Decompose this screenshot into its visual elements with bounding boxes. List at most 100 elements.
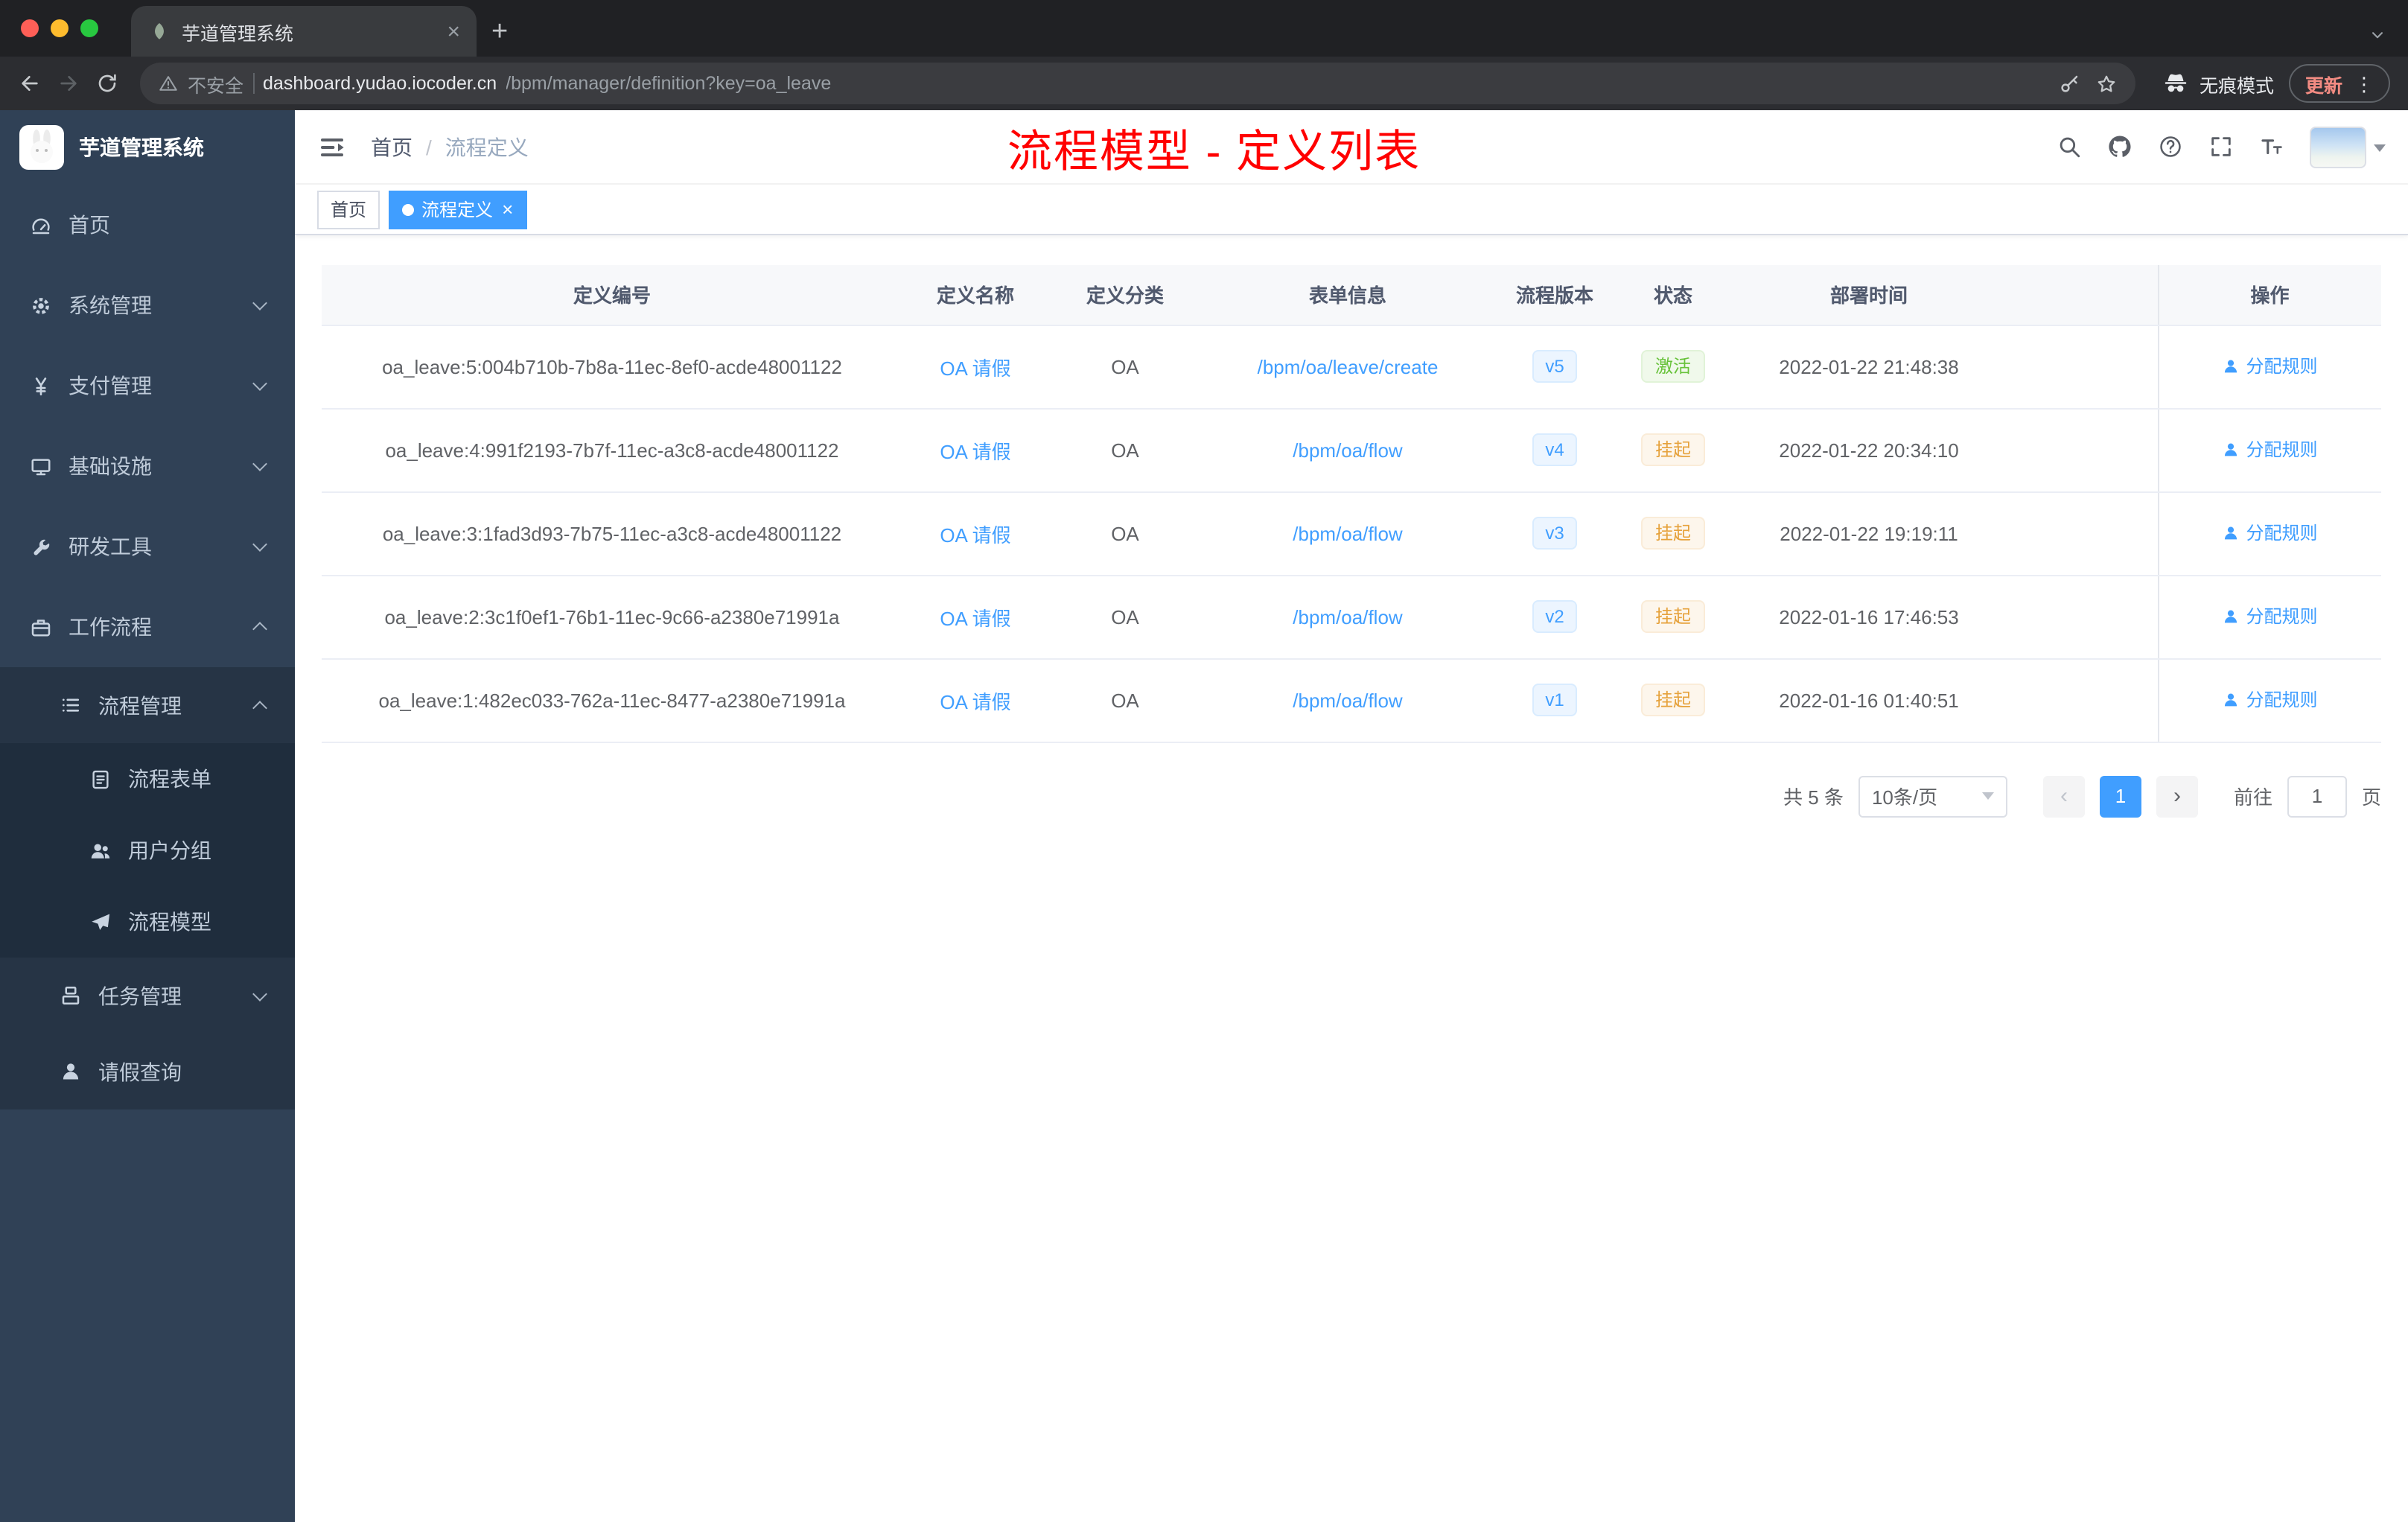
assign-rule-link[interactable]: 分配规则 [2222,520,2318,546]
avatar-image[interactable] [2310,126,2366,168]
form-link[interactable]: /bpm/oa/flow [1293,689,1402,711]
more-vert-icon[interactable]: ⋮ [2354,74,2374,93]
cell-category: OA [1048,575,1202,659]
close-icon[interactable]: × [502,200,513,219]
update-label[interactable]: 更新 [2305,69,2342,98]
version-tag: v2 [1532,599,1578,634]
assign-rule-link[interactable]: 分配规则 [2222,437,2318,462]
definition-name-link[interactable]: OA 请假 [940,440,1010,462]
sidebar-item-payment-management[interactable]: 支付管理 [0,346,295,426]
cell-form-info: /bpm/oa/leave/create [1202,325,1494,409]
status-badge: 挂起 [1641,683,1704,717]
browser-menu-button[interactable]: 更新 ⋮ [2288,64,2390,103]
prev-page-button[interactable]: ‹ [2042,775,2085,817]
user-icon [2222,524,2240,542]
sidebar-item-label: 基础设施 [69,454,152,478]
app-logo: 芋道管理系统 [0,110,295,185]
goto-page-input[interactable] [2287,775,2347,817]
search-icon[interactable] [2057,134,2082,159]
star-icon[interactable] [2095,72,2118,95]
breadcrumb: 首页 / 流程定义 [371,132,529,162]
hamburger-icon[interactable] [317,132,347,162]
new-tab-button[interactable]: + [477,18,523,57]
definition-name-link[interactable]: OA 请假 [940,357,1010,379]
cell-definition-name: OA 请假 [902,658,1048,742]
pagination: 共 5 条 10条/页 ‹ 1 › 前往 页 [322,775,2381,817]
assign-rule-link[interactable]: 分配规则 [2222,604,2318,629]
minimize-window-control[interactable] [51,19,69,37]
sidebar-item-process-model[interactable]: 流程模型 [0,886,295,958]
tab-close-icon[interactable]: × [442,20,465,42]
definition-name-link[interactable]: OA 请假 [940,523,1010,546]
key-icon[interactable] [2058,72,2080,95]
user-icon [2222,441,2240,459]
security-label[interactable]: 不安全 [188,69,243,98]
form-link[interactable]: /bpm/oa/leave/create [1258,355,1439,378]
cell-definition-id: oa_leave:5:004b710b-7b8a-11ec-8ef0-acde4… [322,325,902,409]
cell-definition-id: oa_leave:4:991f2193-7b7f-11ec-a3c8-acde4… [322,408,902,492]
tag-active[interactable]: 流程定义 × [389,190,527,229]
breadcrumb-home[interactable]: 首页 [371,132,413,162]
column-header: 流程版本 [1494,265,1616,325]
sidebar-item-process-form[interactable]: 流程表单 [0,743,295,815]
cell-version: v3 [1494,491,1616,576]
dashboard-icon [30,214,52,236]
version-tag: v1 [1532,683,1578,717]
assign-rule-link[interactable]: 分配规则 [2222,354,2318,379]
forward-icon[interactable] [51,66,86,101]
traffic-lights [12,0,113,57]
reload-icon[interactable] [89,66,125,101]
tag-item[interactable]: 首页 [317,190,380,229]
logo-avatar [19,125,64,170]
sidebar-item-user-group[interactable]: 用户分组 [0,815,295,886]
form-link[interactable]: /bpm/oa/flow [1293,439,1402,461]
close-window-control[interactable] [21,19,39,37]
next-page-button[interactable]: › [2156,775,2198,817]
cell-version: v5 [1494,325,1616,409]
omnibox-divider [252,73,255,94]
warning-icon [158,73,179,94]
sidebar-item-leave-query[interactable]: 请假查询 [0,1034,295,1109]
sidebar-item-task-management[interactable]: 任务管理 [0,958,295,1034]
sidebar-item-workflow[interactable]: 工作流程 [0,587,295,667]
sidebar-item-label: 用户分组 [128,838,211,862]
user-icon [2222,357,2240,375]
table-header-row: 定义编号 定义名称 定义分类 表单信息 流程版本 状态 部署时间 操作 [322,265,2381,325]
goto-unit: 页 [2361,786,2381,809]
font-size-icon[interactable] [2259,134,2284,159]
page-content: 定义编号 定义名称 定义分类 表单信息 流程版本 状态 部署时间 操作 oa_leave:5:… [295,235,2408,1522]
list-icon [60,694,82,716]
help-icon[interactable] [2158,134,2183,159]
table-row: oa_leave:4:991f2193-7b7f-11ec-a3c8-acde4… [322,408,2381,492]
fullscreen-icon[interactable] [2208,134,2234,159]
tab-search-chevron-icon[interactable] [2368,25,2387,45]
status-badge: 挂起 [1641,516,1704,550]
form-link[interactable]: /bpm/oa/flow [1293,522,1402,544]
assign-rule-link[interactable]: 分配规则 [2222,687,2318,713]
address-bar[interactable]: 不安全 dashboard.yudao.iocoder.cn /bpm/mana… [140,63,2135,104]
sidebar-item-home[interactable]: 首页 [0,185,295,265]
sidebar-item-label: 研发工具 [69,535,152,558]
definition-name-link[interactable]: OA 请假 [940,607,1010,629]
back-icon[interactable] [12,66,48,101]
incognito-label: 无痕模式 [2199,75,2274,96]
chevron-down-icon [252,296,267,311]
definition-name-link[interactable]: OA 请假 [940,690,1010,713]
browser-tab[interactable]: 芋道管理系统 × [131,6,477,57]
sidebar-item-dev-tools[interactable]: 研发工具 [0,506,295,587]
page-number-button[interactable]: 1 [2099,775,2141,817]
page-size-select[interactable]: 10条/页 [1858,775,2007,817]
form-link[interactable]: /bpm/oa/flow [1293,605,1402,628]
sidebar-item-infrastructure[interactable]: 基础设施 [0,426,295,506]
column-filler [2007,265,2158,325]
github-icon[interactable] [2107,134,2133,159]
annotation-text: 流程模型 - 定义列表 [1007,127,1421,176]
sidebar-item-process-management[interactable]: 流程管理 [0,667,295,743]
sidebar-item-label: 首页 [69,213,110,237]
chevron-down-icon [1981,792,1994,800]
cell-status: 挂起 [1616,658,1730,742]
user-avatar[interactable] [2310,126,2386,168]
maximize-window-control[interactable] [80,19,98,37]
form-icon [89,768,112,790]
sidebar-item-system-management[interactable]: 系统管理 [0,265,295,346]
